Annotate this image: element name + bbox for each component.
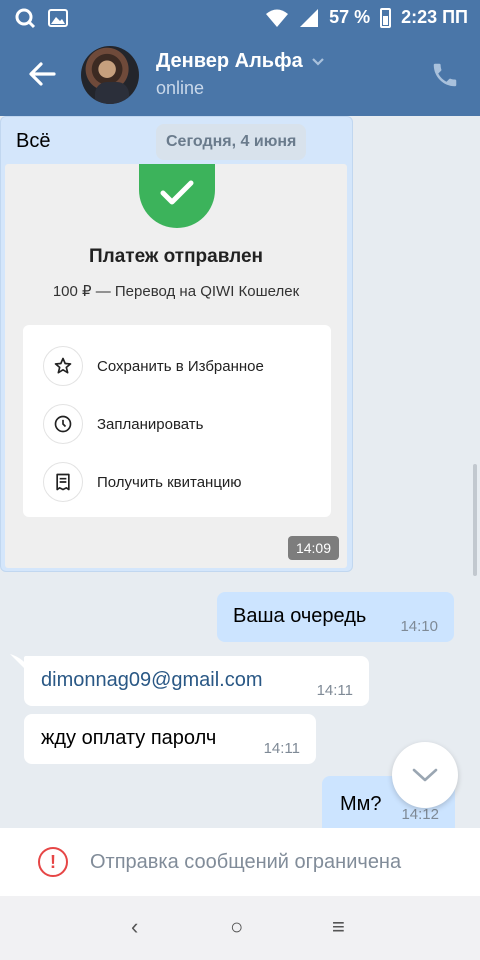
contact-name: Денвер Альфа [156,50,303,72]
messaging-restricted-bar: ! Отправка сообщений ограничена [0,828,480,896]
battery-icon [380,7,392,28]
payment-screenshot-image[interactable]: Платеж отправлен 100 ₽ — Перевод на QIWI… [5,164,347,568]
date-separator: Сегодня, 4 июня [156,124,307,160]
message-time: 14:12 [401,806,439,823]
message-text: жду оплату паролч [41,727,217,749]
system-nav-bar: ‹ ○ ≡ [0,896,480,960]
battery-percent: 57 % [329,7,371,27]
message-time: 14:10 [400,618,438,635]
payment-subtitle: 100 ₽ — Перевод на QIWI Кошелек [52,283,300,300]
action-save-favorite: Сохранить в Избранное [43,345,264,387]
status-bar: 57 % 2:23 ПП [0,0,480,36]
message-bubble-payment[interactable]: Всё Платеж отправлен 100 ₽ — Перевод на … [0,116,353,572]
signal-icon [300,8,319,27]
email-link[interactable]: dimonnag09@gmail.com [41,669,263,692]
payment-actions-card: Сохранить в Избранное Запланировать Полу… [23,325,331,517]
scroll-down-button[interactable] [392,742,458,808]
chevron-down-icon [412,768,438,782]
action-label: Получить квитанцию [97,473,242,491]
nav-home-button[interactable]: ○ [230,914,243,940]
action-schedule: Запланировать [43,403,203,445]
receipt-icon [43,462,83,502]
message-text: Ваша очередь [233,605,367,627]
back-arrow-icon[interactable] [24,56,60,92]
wifi-icon [266,9,289,27]
restriction-text: Отправка сообщений ограничена [90,850,402,873]
message-time: 14:11 [316,682,353,699]
warning-icon: ! [38,847,68,877]
nav-menu-button[interactable]: ≡ [332,914,345,940]
checkmark-icon [139,164,215,228]
payment-title: Платеж отправлен [88,246,264,267]
chat-header: Денвер Альфа online [0,36,480,116]
avatar[interactable] [81,46,139,104]
clock: 2:23 ПП [401,7,468,27]
nav-back-button[interactable]: ‹ [131,914,138,940]
action-label: Запланировать [97,415,204,433]
chevron-down-icon [311,57,324,66]
clock-icon [43,404,83,444]
message-bubble-in[interactable]: жду оплату паролч 14:11 [24,714,316,764]
message-time: 14:11 [263,740,300,757]
message-time: 14:09 [287,536,339,560]
message-bubble-in[interactable]: dimonnag09@gmail.com 14:11 [24,656,369,706]
message-list[interactable]: Всё Платеж отправлен 100 ₽ — Перевод на … [0,116,480,828]
message-text: Всё [16,130,51,152]
contact-status: online [156,78,205,98]
message-bubble-out[interactable]: Ваша очередь 14:10 [217,592,454,642]
star-icon [43,346,83,386]
action-label: Сохранить в Избранное [97,357,264,375]
message-text: Мм? [340,793,382,815]
scrollbar[interactable] [473,464,477,576]
action-receipt: Получить квитанцию [43,461,242,503]
gallery-icon [48,9,68,27]
contact-name-row[interactable]: Денвер Альфа [156,50,325,73]
phone-icon[interactable] [430,60,460,90]
search-app-icon [15,8,36,29]
